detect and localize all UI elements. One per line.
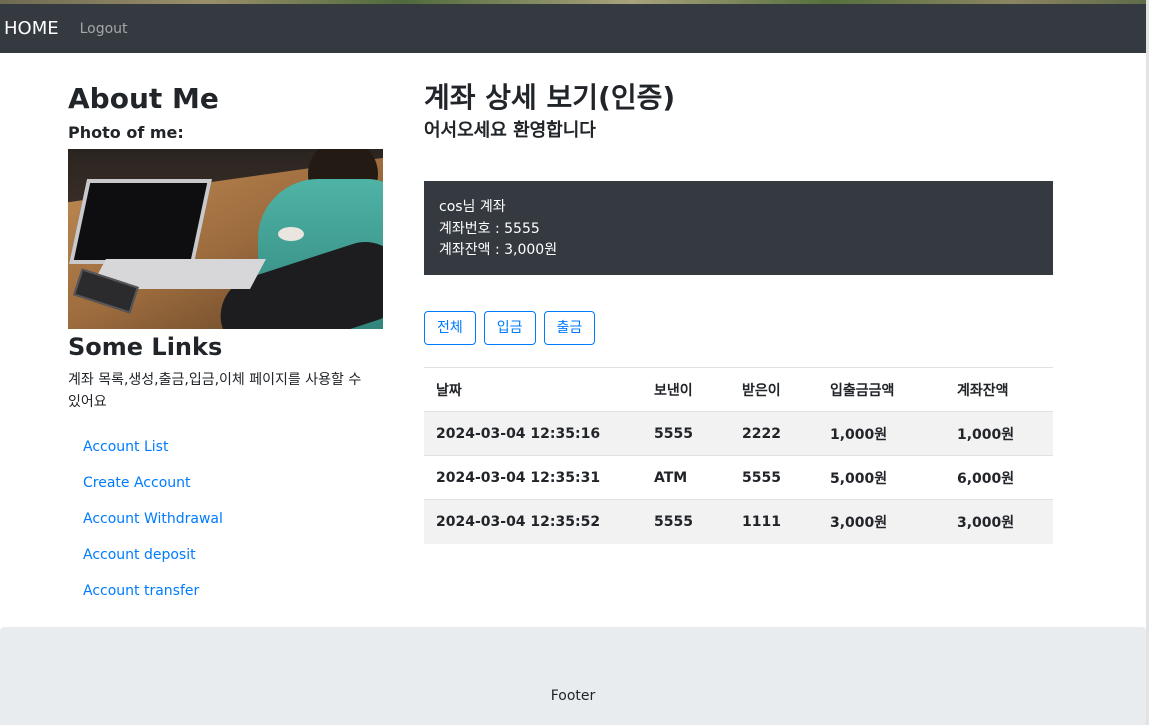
cell-sender: 5555: [642, 499, 730, 544]
navbar: HOME Logout: [0, 4, 1146, 53]
header-balance: 계좌잔액: [945, 367, 1053, 412]
account-number: 계좌번호 : 5555: [439, 220, 540, 237]
filter-all-button[interactable]: 전체: [424, 311, 476, 345]
sidebar-link-account-transfer[interactable]: Account transfer: [68, 573, 388, 609]
cell-receiver: 2222: [730, 411, 818, 456]
cell-balance: 1,000원: [945, 411, 1053, 456]
footer: Footer: [0, 627, 1146, 725]
main-content: 계좌 상세 보기(인증) 어서오세요 환영합니다 cos님 계좌 계좌번호 : …: [424, 80, 1053, 544]
links-description: 계좌 목록,생성,출금,입금,이체 페이지를 사용할 수 있어요: [68, 372, 362, 410]
table-row: 2024-03-04 12:35:16 5555 2222 1,000원 1,0…: [424, 411, 1053, 456]
sidebar: About Me Photo of me: Some Links 계좌 목록,생…: [68, 80, 388, 609]
table-row: 2024-03-04 12:35:52 5555 1111 3,000원 3,0…: [424, 499, 1053, 544]
cell-date: 2024-03-04 12:35:31: [424, 455, 642, 500]
header-receiver: 받은이: [730, 367, 818, 412]
filter-button-group: 전체 입금 출금: [424, 311, 1053, 345]
table-row: 2024-03-04 12:35:31 ATM 5555 5,000원 6,00…: [424, 455, 1053, 500]
sidebar-link-list: Account List Create Account Account With…: [68, 429, 388, 609]
cell-amount: 3,000원: [818, 499, 945, 544]
sidebar-link-create-account[interactable]: Create Account: [68, 465, 388, 501]
sidebar-link-account-deposit[interactable]: Account deposit: [68, 537, 388, 573]
cell-date: 2024-03-04 12:35:52: [424, 499, 642, 544]
page-subtitle: 어서오세요 환영합니다: [424, 120, 596, 141]
header-date: 날짜: [424, 367, 642, 412]
cell-receiver: 5555: [730, 455, 818, 500]
cell-date: 2024-03-04 12:35:16: [424, 411, 642, 456]
footer-text: Footer: [550, 688, 596, 704]
table-header-row: 날짜 보낸이 받은이 입출금금액 계좌잔액: [424, 367, 1053, 412]
profile-photo: [68, 149, 383, 329]
filter-deposit-button[interactable]: 입금: [483, 311, 536, 345]
account-balance: 계좌잔액 : 3,000원: [439, 242, 558, 258]
logout-link[interactable]: Logout: [80, 21, 128, 37]
links-title: Some Links: [68, 333, 223, 361]
header-amount: 입출금금액: [818, 367, 945, 412]
transaction-table: 날짜 보낸이 받은이 입출금금액 계좌잔액 2024-03-04 12:35:1…: [424, 367, 1053, 544]
sidebar-link-account-withdrawal[interactable]: Account Withdrawal: [68, 501, 388, 537]
cell-amount: 5,000원: [818, 455, 945, 500]
account-owner: cos님 계좌: [439, 199, 506, 215]
cell-sender: ATM: [642, 455, 730, 500]
cell-sender: 5555: [642, 411, 730, 456]
about-title: About Me: [68, 82, 219, 115]
cell-balance: 3,000원: [945, 499, 1053, 544]
account-info-box: cos님 계좌 계좌번호 : 5555 계좌잔액 : 3,000원: [424, 181, 1053, 275]
page-title: 계좌 상세 보기(인증): [424, 81, 676, 114]
home-link[interactable]: HOME: [4, 18, 59, 39]
photo-label: Photo of me:: [68, 123, 184, 142]
cell-receiver: 1111: [730, 499, 818, 544]
sidebar-link-account-list[interactable]: Account List: [68, 429, 388, 465]
cell-balance: 6,000원: [945, 455, 1053, 500]
header-sender: 보낸이: [642, 367, 730, 412]
filter-withdrawal-button[interactable]: 출금: [543, 311, 596, 345]
cell-amount: 1,000원: [818, 411, 945, 456]
